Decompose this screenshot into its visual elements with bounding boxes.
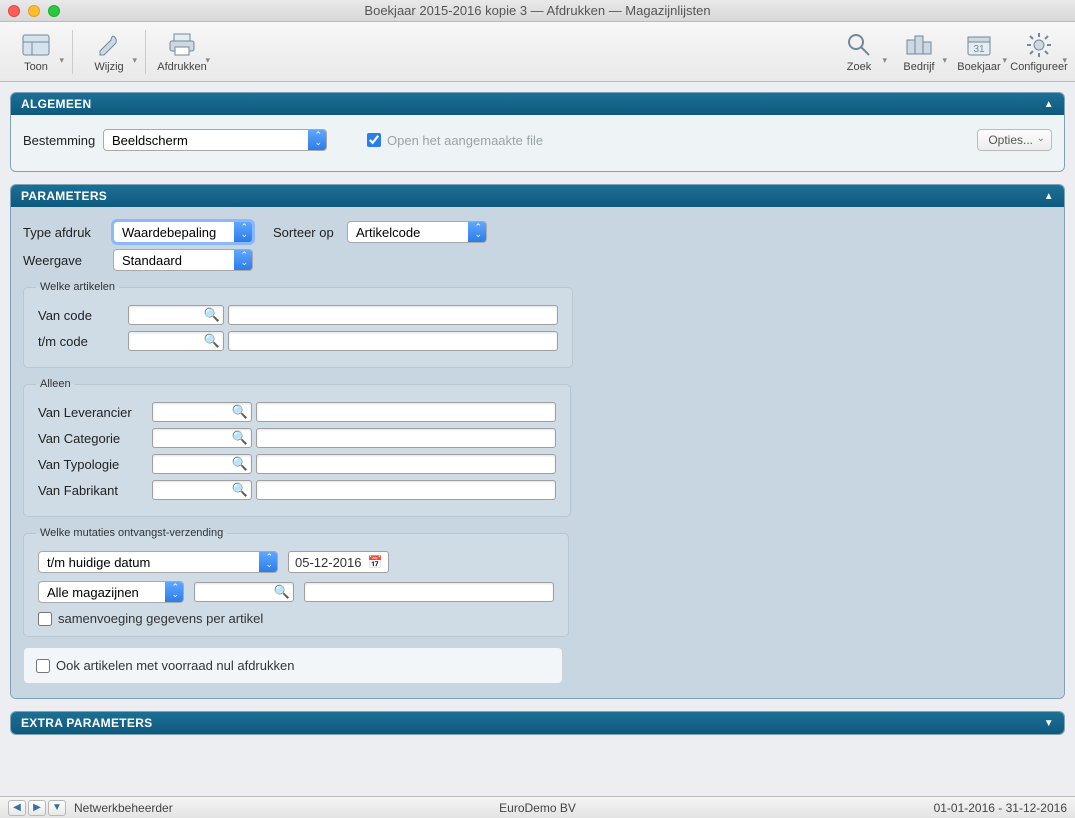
window-title: Boekjaar 2015-2016 kopie 3 — Afdrukken —… [0, 3, 1075, 18]
group-alleen: Alleen Van Leverancier 🔍 Van Categorie 🔍… [23, 378, 571, 517]
open-file-checkbox-input[interactable] [367, 133, 381, 147]
van-code-desc[interactable] [228, 305, 558, 325]
calendar-icon: 📅 [368, 555, 383, 569]
group-mutaties: Welke mutaties ontvangst-verzending t/m … [23, 527, 569, 637]
panel-extra-header[interactable]: EXTRA PARAMETERS ▼ [11, 712, 1064, 734]
window-close-icon[interactable] [8, 5, 20, 17]
van-fabrikant-label: Van Fabrikant [38, 483, 152, 498]
panel-parameters: PARAMETERS ▲ Type afdruk Waardebepaling … [10, 184, 1065, 699]
toolbar-configureer-label: Configureer [1010, 61, 1067, 73]
type-afdruk-label: Type afdruk [23, 225, 113, 240]
expand-down-icon: ▼ [1044, 718, 1054, 729]
toolbar-separator [72, 30, 73, 74]
samenvoeging-label: samenvoeging gegevens per artikel [58, 611, 263, 626]
nav-back-button[interactable]: ◀ [8, 800, 26, 816]
van-leverancier-desc[interactable] [256, 402, 556, 422]
bestemming-select[interactable]: Beeldscherm [103, 129, 327, 151]
ook-nul-checkbox[interactable]: Ook artikelen met voorraad nul afdrukken [36, 658, 550, 673]
panel-extra-parameters: EXTRA PARAMETERS ▼ [10, 711, 1065, 735]
toolbar-boekjaar[interactable]: 31 Boekjaar [949, 24, 1009, 80]
date-mode-select[interactable]: t/m huidige datum [38, 551, 278, 573]
ook-nul-box: Ook artikelen met voorraad nul afdrukken [23, 647, 563, 684]
van-fabrikant-desc[interactable] [256, 480, 556, 500]
panel-algemeen: ALGEMEEN ▲ Bestemming Beeldscherm Open h… [10, 92, 1065, 172]
opties-button[interactable]: Opties... [977, 129, 1052, 151]
gear-icon [1023, 31, 1055, 59]
group-welke-artikelen: Welke artikelen Van code 🔍 t/m code 🔍 [23, 281, 573, 368]
van-categorie-search[interactable] [152, 428, 252, 448]
layout-icon [20, 31, 52, 59]
window-minimize-icon[interactable] [28, 5, 40, 17]
ook-nul-label: Ook artikelen met voorraad nul afdrukken [56, 658, 294, 673]
van-code-search[interactable] [128, 305, 224, 325]
toolbar-separator [145, 30, 146, 74]
toolbar-afdrukken[interactable]: Afdrukken [152, 24, 212, 80]
toolbar-boekjaar-label: Boekjaar [957, 61, 1000, 73]
status-company: EuroDemo BV [499, 801, 576, 815]
nav-down-button[interactable]: ▼ [48, 800, 66, 816]
window-zoom-icon[interactable] [48, 5, 60, 17]
magazijn-select[interactable]: Alle magazijnen [38, 581, 184, 603]
calendar-icon: 31 [963, 31, 995, 59]
wrench-icon [93, 31, 125, 59]
mutaties-legend: Welke mutaties ontvangst-verzending [36, 527, 227, 539]
date-input[interactable]: 05-12-2016 📅 [288, 551, 389, 573]
toolbar-toon[interactable]: Toon [6, 24, 66, 80]
toolbar-zoek[interactable]: Zoek [829, 24, 889, 80]
ook-nul-checkbox-input[interactable] [36, 659, 50, 673]
toolbar-bedrijf[interactable]: Bedrijf [889, 24, 949, 80]
van-typologie-desc[interactable] [256, 454, 556, 474]
titlebar: Boekjaar 2015-2016 kopie 3 — Afdrukken —… [0, 0, 1075, 22]
van-leverancier-label: Van Leverancier [38, 405, 152, 420]
collapse-up-icon: ▲ [1044, 99, 1054, 110]
type-afdruk-select[interactable]: Waardebepaling [113, 221, 253, 243]
van-fabrikant-search[interactable] [152, 480, 252, 500]
svg-text:31: 31 [973, 44, 985, 55]
sorteer-op-select[interactable]: Artikelcode [347, 221, 487, 243]
panel-parameters-title: PARAMETERS [21, 189, 107, 203]
van-typologie-search[interactable] [152, 454, 252, 474]
toolbar-wijzig[interactable]: Wijzig [79, 24, 139, 80]
tm-code-search[interactable] [128, 331, 224, 351]
van-categorie-label: Van Categorie [38, 431, 152, 446]
van-typologie-label: Van Typologie [38, 457, 152, 472]
magazijn-desc[interactable] [304, 582, 554, 602]
building-icon [903, 31, 935, 59]
van-code-label: Van code [38, 308, 128, 323]
printer-icon [166, 31, 198, 59]
welke-artikelen-legend: Welke artikelen [36, 281, 119, 293]
open-file-label: Open het aangemaakte file [387, 133, 543, 148]
search-icon [843, 31, 875, 59]
statusbar: ◀ ▶ ▼ Netwerkbeheerder EuroDemo BV 01-01… [0, 796, 1075, 818]
status-period: 01-01-2016 - 31-12-2016 [934, 801, 1067, 815]
panel-extra-title: EXTRA PARAMETERS [21, 716, 152, 730]
toolbar-configureer[interactable]: Configureer [1009, 24, 1069, 80]
magazijn-search[interactable] [194, 582, 294, 602]
nav-forward-button[interactable]: ▶ [28, 800, 46, 816]
status-user: Netwerkbeheerder [74, 801, 173, 815]
date-value: 05-12-2016 [295, 555, 362, 570]
panel-algemeen-header[interactable]: ALGEMEEN ▲ [11, 93, 1064, 115]
toolbar-bedrijf-label: Bedrijf [903, 61, 934, 73]
panel-algemeen-title: ALGEMEEN [21, 97, 91, 111]
van-leverancier-search[interactable] [152, 402, 252, 422]
bestemming-label: Bestemming [23, 133, 103, 148]
toolbar-zoek-label: Zoek [847, 61, 871, 73]
panel-parameters-header[interactable]: PARAMETERS ▲ [11, 185, 1064, 207]
samenvoeging-checkbox[interactable]: samenvoeging gegevens per artikel [38, 611, 554, 626]
van-categorie-desc[interactable] [256, 428, 556, 448]
toolbar-afdrukken-label: Afdrukken [157, 61, 207, 73]
tm-code-desc[interactable] [228, 331, 558, 351]
toolbar-toon-label: Toon [24, 61, 48, 73]
weergave-label: Weergave [23, 253, 113, 268]
toolbar: Toon Wijzig Afdrukken Zoek Bedrijf 31 [0, 22, 1075, 82]
alleen-legend: Alleen [36, 378, 75, 390]
samenvoeging-checkbox-input[interactable] [38, 612, 52, 626]
open-file-checkbox[interactable]: Open het aangemaakte file [367, 133, 543, 148]
tm-code-label: t/m code [38, 334, 128, 349]
sorteer-op-label: Sorteer op [273, 225, 347, 240]
weergave-select[interactable]: Standaard [113, 249, 253, 271]
toolbar-wijzig-label: Wijzig [94, 61, 123, 73]
collapse-up-icon: ▲ [1044, 191, 1054, 202]
